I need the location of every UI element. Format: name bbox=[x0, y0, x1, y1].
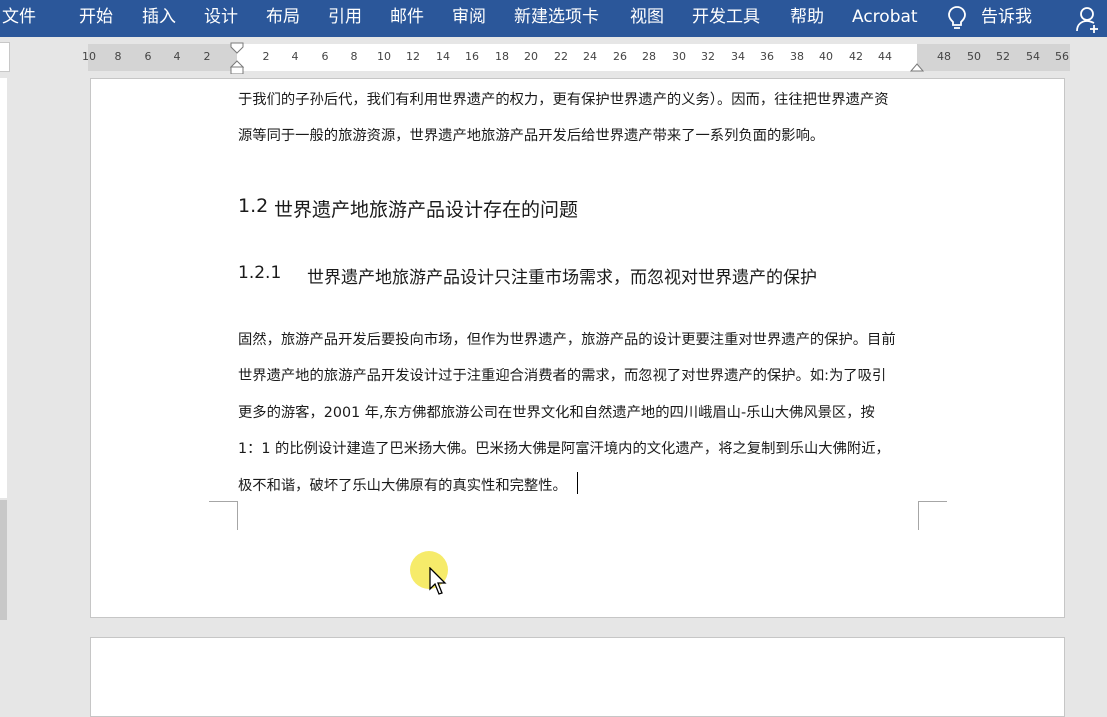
menu-insert[interactable]: 插入 bbox=[142, 0, 176, 37]
ruler-left-margin bbox=[88, 44, 237, 71]
vertical-ruler-margin bbox=[0, 500, 7, 620]
ribbon-menu-bar: 文件 开始 插入 设计 布局 引用 邮件 审阅 新建选项卡 视图 开发工具 帮助… bbox=[0, 0, 1107, 37]
paragraph-line: 1：1 的比例设计建造了巴米扬大佛。巴米扬大佛是阿富汗境内的文化遗产，将之复制到… bbox=[238, 441, 890, 457]
menu-new-tab[interactable]: 新建选项卡 bbox=[514, 0, 599, 37]
ruler-number: 50 bbox=[967, 50, 981, 63]
ruler-number: 18 bbox=[495, 50, 509, 63]
ruler-number: 54 bbox=[1026, 50, 1040, 63]
paragraph-line: 源等同于一般的旅游资源，世界遗产地旅游产品开发后给世界遗产带来了一系列负面的影响… bbox=[238, 128, 825, 144]
paragraph-line: 更多的游客，2001 年,东方佛都旅游公司在世界文化和自然遗产地的四川峨眉山-乐… bbox=[238, 405, 875, 421]
ruler-number: 38 bbox=[790, 50, 804, 63]
right-indent-marker[interactable] bbox=[910, 60, 924, 72]
ruler-number: 32 bbox=[701, 50, 715, 63]
menu-home[interactable]: 开始 bbox=[79, 0, 113, 37]
ruler-number: 40 bbox=[819, 50, 833, 63]
ruler-number: 30 bbox=[672, 50, 686, 63]
menu-file[interactable]: 文件 bbox=[2, 0, 36, 37]
heading-2-text: 世界遗产地旅游产品设计存在的问题 bbox=[274, 199, 579, 221]
document-page-next[interactable] bbox=[90, 637, 1065, 717]
vertical-ruler-top bbox=[0, 42, 10, 72]
heading-2-number: 1.2 bbox=[238, 195, 269, 217]
paragraph-line: 于我们的子孙后代，我们有利用世界遗产的权力，更有保护世界遗产的义务）。因而，往往… bbox=[238, 92, 889, 108]
menu-help[interactable]: 帮助 bbox=[790, 0, 824, 37]
menu-developer[interactable]: 开发工具 bbox=[692, 0, 760, 37]
ruler-number: 10 bbox=[377, 50, 391, 63]
menu-view[interactable]: 视图 bbox=[630, 0, 664, 37]
menu-design[interactable]: 设计 bbox=[204, 0, 238, 37]
ruler-number: 12 bbox=[406, 50, 420, 63]
ruler-number: 8 bbox=[114, 50, 122, 63]
ruler-number: 34 bbox=[731, 50, 745, 63]
ruler-number: 22 bbox=[554, 50, 568, 63]
tell-me-search[interactable]: 告诉我 bbox=[981, 0, 1032, 37]
lightbulb-icon[interactable] bbox=[944, 4, 970, 32]
menu-acrobat[interactable]: Acrobat bbox=[852, 0, 918, 37]
ruler-number: 48 bbox=[937, 50, 951, 63]
ruler-number: 14 bbox=[436, 50, 450, 63]
mouse-pointer-icon bbox=[429, 567, 447, 595]
ruler-number: 4 bbox=[173, 50, 181, 63]
ruler-number: 10 bbox=[82, 50, 96, 63]
ruler-number: 28 bbox=[642, 50, 656, 63]
horizontal-ruler[interactable]: 10 8 6 4 2 2 4 6 8 10 12 14 16 18 20 22 … bbox=[82, 42, 1070, 74]
first-line-indent-marker[interactable] bbox=[230, 42, 244, 74]
paragraph-line: 固然，旅游产品开发后要投向市场，但作为世界遗产，旅游产品的设计更要注重对世界遗产… bbox=[238, 332, 896, 348]
person-add-icon[interactable] bbox=[1074, 5, 1102, 33]
menu-review[interactable]: 审阅 bbox=[452, 0, 486, 37]
heading-3-number: 1.2.1 bbox=[238, 263, 282, 283]
margin-corner-mark bbox=[918, 501, 947, 530]
ruler-number: 24 bbox=[583, 50, 597, 63]
paragraph-line: 极不和谐，破坏了乐山大佛原有的真实性和完整性。 bbox=[238, 478, 567, 494]
vertical-ruler bbox=[0, 78, 7, 498]
margin-corner-mark bbox=[209, 501, 238, 530]
ruler-number: 16 bbox=[465, 50, 479, 63]
ruler-number: 2 bbox=[203, 50, 211, 63]
ruler-number: 44 bbox=[878, 50, 892, 63]
ruler-number: 56 bbox=[1055, 50, 1069, 63]
ruler-number: 52 bbox=[996, 50, 1010, 63]
ruler-number: 6 bbox=[144, 50, 152, 63]
text-cursor bbox=[577, 472, 578, 494]
ruler-number: 8 bbox=[350, 50, 358, 63]
ruler-number: 2 bbox=[262, 50, 270, 63]
ruler-number: 26 bbox=[613, 50, 627, 63]
ruler-number: 36 bbox=[760, 50, 774, 63]
menu-mailings[interactable]: 邮件 bbox=[390, 0, 424, 37]
paragraph-line: 世界遗产地的旅游产品开发设计过于注重迎合消费者的需求，而忽视了对世界遗产的保护。… bbox=[238, 368, 887, 384]
ruler-number: 6 bbox=[321, 50, 329, 63]
ruler-number: 42 bbox=[849, 50, 863, 63]
menu-references[interactable]: 引用 bbox=[328, 0, 362, 37]
menu-layout[interactable]: 布局 bbox=[266, 0, 300, 37]
ruler-number: 20 bbox=[524, 50, 538, 63]
heading-3-text: 世界遗产地旅游产品设计只注重市场需求，而忽视对世界遗产的保护 bbox=[307, 268, 817, 288]
ruler-number: 4 bbox=[291, 50, 299, 63]
